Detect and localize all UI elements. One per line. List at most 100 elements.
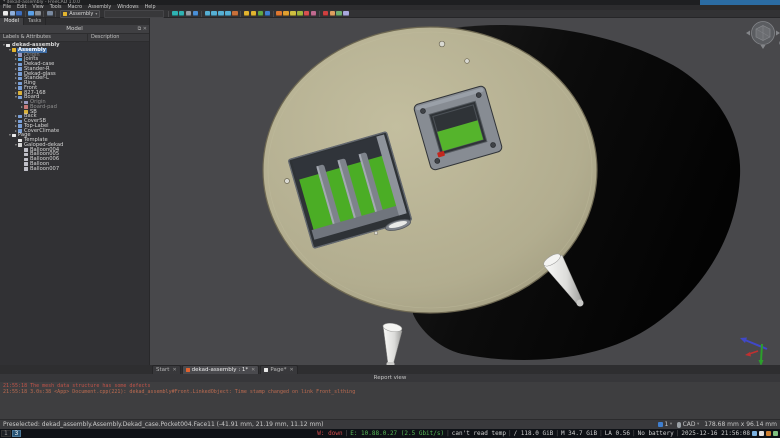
input-method-tray-icon[interactable] xyxy=(773,431,778,436)
insert-component-icon[interactable] xyxy=(251,11,257,17)
workspace-button-1[interactable]: 1 xyxy=(1,430,11,437)
close-icon[interactable]: ✕ xyxy=(172,367,176,373)
panel-window-buttons[interactable]: ⧉ ✕ xyxy=(138,25,147,33)
tree-item-icon xyxy=(18,58,22,62)
close-icon[interactable]: ✕ xyxy=(289,367,293,373)
toggle-grounded-icon[interactable] xyxy=(323,11,329,17)
navigation-style-selector[interactable]: CAD ▾ xyxy=(677,421,699,428)
tree-item-icon xyxy=(18,143,22,147)
toolbar-separator xyxy=(25,11,26,17)
insert-fastener-icon[interactable] xyxy=(343,11,349,17)
tree-item-icon xyxy=(18,91,22,95)
tree-item-icon xyxy=(24,162,28,166)
tree-item-icon xyxy=(18,115,22,119)
close-icon[interactable]: ✕ xyxy=(251,367,255,373)
status-segment: LA 0.56 xyxy=(605,430,630,437)
toolbar-separator xyxy=(201,11,202,17)
report-view-messages[interactable]: 21:55:18 The mesh data structure has som… xyxy=(0,382,780,396)
report-view: Report view 21:55:18 The mesh data struc… xyxy=(0,374,780,419)
fit-all-icon[interactable] xyxy=(172,11,178,17)
joint-ball-icon[interactable] xyxy=(304,11,310,17)
segment-separator: | xyxy=(599,430,603,437)
tab-model[interactable]: Model xyxy=(0,18,24,25)
workspace-button-3[interactable]: 3 xyxy=(12,430,22,437)
new-document-icon[interactable] xyxy=(3,11,9,17)
isometric-view-icon[interactable] xyxy=(205,11,211,17)
measure-icon[interactable] xyxy=(232,11,238,17)
tree-item-icon xyxy=(18,139,22,143)
tree-item-label: Balloon007 xyxy=(29,167,60,172)
tree-item-icon xyxy=(24,101,28,105)
joint-fixed-icon[interactable] xyxy=(276,11,282,17)
screw-hole[interactable] xyxy=(439,41,445,47)
tree-item-icon xyxy=(18,86,22,90)
report-view-title: Report view xyxy=(0,374,780,382)
column-labels-attributes[interactable]: Labels & Attributes xyxy=(0,34,88,41)
front-view-icon[interactable] xyxy=(211,11,217,17)
joint-distance-icon[interactable] xyxy=(311,11,317,17)
doc-tab-start[interactable]: Start✕ xyxy=(152,365,181,374)
network-tray-icon[interactable] xyxy=(752,431,757,436)
doc-tab-label: Start xyxy=(156,367,169,373)
right-view-icon[interactable] xyxy=(225,11,231,17)
preselection-info: Preselected: dekad_assembly.Assembly.Dek… xyxy=(3,421,653,428)
column-description[interactable]: Description xyxy=(88,34,149,41)
joint-cylindrical-icon[interactable] xyxy=(290,11,296,17)
system-status: W: down|E: 10.88.0.27 (2.5 Gbit/s)|can't… xyxy=(317,430,780,437)
sync-selection-icon[interactable] xyxy=(193,11,199,17)
3d-viewport[interactable] xyxy=(150,18,780,365)
screw-hole[interactable] xyxy=(285,179,290,184)
redo-icon[interactable] xyxy=(35,11,41,17)
tree-item-icon xyxy=(18,63,22,67)
open-document-icon[interactable] xyxy=(10,11,16,17)
zoom-selection-icon[interactable] xyxy=(179,11,185,17)
status-segment: 2025-12-16 21:56:08 xyxy=(681,430,750,437)
save-document-icon[interactable] xyxy=(16,11,22,17)
page-selector[interactable]: 1 ▾ xyxy=(658,421,672,428)
top-view-icon[interactable] xyxy=(218,11,224,17)
doc-tab-page*[interactable]: Page*✕ xyxy=(260,365,297,374)
tree-item-balloon007[interactable]: Balloon007 xyxy=(0,167,149,172)
status-segment: W: down xyxy=(317,430,342,437)
panel-title: Model xyxy=(66,26,83,32)
volume-tray-icon[interactable] xyxy=(759,431,764,436)
model-panel-header: Model ⧉ ✕ xyxy=(0,25,149,33)
page-icon xyxy=(658,422,663,427)
joint-slider-icon[interactable] xyxy=(297,11,303,17)
status-bar: Preselected: dekad_assembly.Assembly.Dek… xyxy=(0,419,780,429)
draw-style-icon[interactable] xyxy=(186,11,192,17)
workbench-label: Assembly xyxy=(69,11,93,17)
document-icon xyxy=(264,368,268,372)
solve-assembly-icon[interactable] xyxy=(258,11,264,17)
toolbar-separator xyxy=(319,11,320,17)
part-selector-combo[interactable] xyxy=(104,10,164,18)
tree-item-icon xyxy=(18,67,22,71)
workbench-selector[interactable]: Assembly▾ xyxy=(60,10,100,18)
toolbar-separator xyxy=(240,11,241,17)
exploded-view-icon[interactable] xyxy=(330,11,336,17)
undo-icon[interactable] xyxy=(28,11,34,17)
segment-separator: | xyxy=(446,430,450,437)
create-assembly-icon[interactable] xyxy=(244,11,250,17)
joint-revolute-icon[interactable] xyxy=(283,11,289,17)
segment-separator: | xyxy=(555,430,559,437)
tab-tasks[interactable]: Tasks xyxy=(24,18,46,25)
screw-hole[interactable] xyxy=(465,59,470,64)
tree-item-icon xyxy=(18,72,22,76)
segment-separator: | xyxy=(508,430,512,437)
new-part-icon[interactable] xyxy=(265,11,271,17)
freecad-window: * dekad-assembly - FreeCAD 1.0.0 FileEdi… xyxy=(0,0,780,438)
status-segment: M 34.7 GiB xyxy=(561,430,597,437)
tree-item-icon xyxy=(24,158,28,162)
toolbar: Assembly▾ xyxy=(0,10,780,18)
doc-tab-label: Page* xyxy=(270,367,286,373)
bill-of-materials-icon[interactable] xyxy=(336,11,342,17)
notification-tray-icon[interactable] xyxy=(766,431,771,436)
doc-tab-dekad-assembly[interactable]: dekad-assembly : 1*✕ xyxy=(182,365,260,374)
status-segment: No battery xyxy=(638,430,674,437)
chevron-down-icon: ▾ xyxy=(697,422,699,427)
chevron-down-icon: ▾ xyxy=(95,11,97,16)
refresh-icon[interactable] xyxy=(47,11,53,17)
mouse-icon xyxy=(677,422,681,428)
status-segment: E: 10.88.0.27 (2.5 Gbit/s) xyxy=(350,430,444,437)
